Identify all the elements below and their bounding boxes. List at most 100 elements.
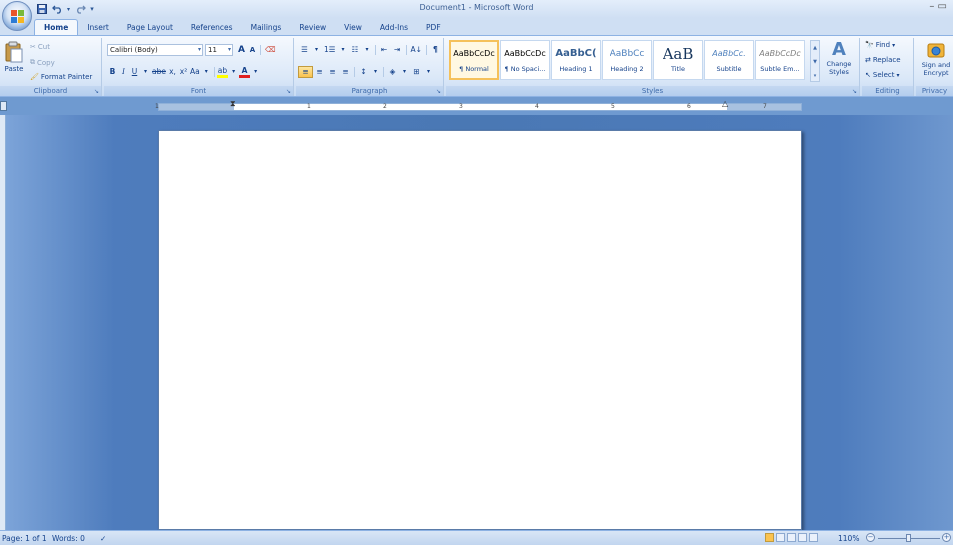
editing-label: Editing xyxy=(862,86,913,96)
subscript-button[interactable]: x, xyxy=(167,66,178,78)
style-preview: AaBbCcDc xyxy=(759,49,801,58)
outline-view-icon[interactable] xyxy=(798,533,807,542)
zoom-out-icon[interactable]: − xyxy=(866,533,875,542)
superscript-button[interactable]: x² xyxy=(178,66,189,78)
style-subtle-emphasis[interactable]: AaBbCcDc Subtle Em... xyxy=(755,40,805,80)
styles-launcher-icon[interactable]: ↘ xyxy=(852,88,857,95)
underline-button[interactable]: U xyxy=(129,66,140,78)
line-spacing-dropdown-icon[interactable]: ▾ xyxy=(370,66,381,78)
sign-encrypt-button[interactable]: Sign and Encrypt xyxy=(919,41,953,77)
font-color-button[interactable]: A xyxy=(239,66,251,78)
gallery-more-icon[interactable]: ▾ xyxy=(811,69,819,83)
bullets-button[interactable]: ☰ xyxy=(298,44,311,56)
right-indent-marker-icon[interactable]: △ xyxy=(722,99,728,108)
italic-button[interactable]: I xyxy=(118,66,129,78)
numbering-icon: 1☰ xyxy=(324,45,336,54)
vertical-ruler[interactable] xyxy=(0,115,6,530)
bold-button[interactable]: B xyxy=(107,66,118,78)
clear-formatting-button[interactable]: ⌫ xyxy=(263,44,278,56)
zoom-level[interactable]: 110% xyxy=(838,534,859,543)
multilevel-dropdown-icon[interactable]: ▾ xyxy=(362,44,373,56)
change-styles-button[interactable]: A Change Styles xyxy=(823,40,855,86)
web-layout-view-icon[interactable] xyxy=(787,533,796,542)
gallery-up-icon[interactable]: ▲ xyxy=(811,41,819,55)
tab-pdf[interactable]: PDF xyxy=(417,20,450,35)
tab-home[interactable]: Home xyxy=(34,19,79,35)
shading-button[interactable]: ◈ xyxy=(386,66,399,78)
grow-font-button[interactable]: A xyxy=(236,44,247,56)
font-name-combo[interactable]: Calibri (Body) ▾ xyxy=(107,44,203,56)
font-color-dropdown-icon[interactable]: ▾ xyxy=(250,66,261,78)
style-title[interactable]: AaB Title xyxy=(653,40,703,80)
multilevel-button[interactable]: ☷ xyxy=(349,44,362,56)
highlight-button[interactable]: ab xyxy=(216,66,229,78)
justify-button[interactable]: ≡ xyxy=(339,66,352,78)
shading-dropdown-icon[interactable]: ▾ xyxy=(399,66,410,78)
print-layout-view-icon[interactable] xyxy=(765,533,774,542)
numbering-dropdown-icon[interactable]: ▾ xyxy=(338,44,349,56)
find-button[interactable]: 🔭 Find ▾ xyxy=(865,41,895,49)
tab-insert[interactable]: Insert xyxy=(78,20,118,35)
increase-indent-button[interactable]: ⇥ xyxy=(391,44,404,56)
zoom-slider-thumb[interactable] xyxy=(906,534,911,542)
line-spacing-button[interactable]: ↕ xyxy=(357,66,370,78)
clipboard-launcher-icon[interactable]: ↘ xyxy=(94,88,99,95)
paragraph-label: Paragraph xyxy=(296,86,443,96)
multilevel-icon: ☷ xyxy=(351,45,359,54)
copy-button[interactable]: ⧉ Copy xyxy=(30,58,55,67)
format-painter-button[interactable]: 🖌 Format Painter xyxy=(30,73,92,81)
paste-button[interactable]: Paste xyxy=(3,41,25,81)
proofing-icon[interactable]: ✓ xyxy=(100,534,106,543)
center-button[interactable]: ≡ xyxy=(313,66,326,78)
document-page[interactable] xyxy=(158,130,802,530)
zoom-in-icon[interactable]: + xyxy=(942,533,951,542)
align-right-icon: ≡ xyxy=(329,67,336,76)
tab-references[interactable]: References xyxy=(182,20,242,35)
replace-button[interactable]: ⇄ Replace xyxy=(865,56,901,64)
borders-button[interactable]: ⊞ xyxy=(410,66,423,78)
style-subtitle[interactable]: AaBbCc. Subtitle xyxy=(704,40,754,80)
full-screen-reading-view-icon[interactable] xyxy=(776,533,785,542)
paragraph-launcher-icon[interactable]: ↘ xyxy=(436,88,441,95)
borders-dropdown-icon[interactable]: ▾ xyxy=(423,66,434,78)
increase-indent-icon: ⇥ xyxy=(393,45,401,54)
show-marks-button[interactable]: ¶ xyxy=(429,44,442,56)
office-button[interactable] xyxy=(2,1,32,31)
cut-button[interactable]: ✂ Cut xyxy=(30,43,50,51)
draft-view-icon[interactable] xyxy=(809,533,818,542)
bullets-dropdown-icon[interactable]: ▾ xyxy=(311,44,322,56)
change-case-dropdown-icon[interactable]: ▾ xyxy=(201,66,212,78)
ruler-toggle-button[interactable] xyxy=(0,101,7,111)
sort-button[interactable]: A↓ xyxy=(409,44,424,56)
find-label: Find xyxy=(875,41,891,49)
change-case-button[interactable]: Aa xyxy=(189,66,201,78)
align-right-button[interactable]: ≡ xyxy=(326,66,339,78)
select-button[interactable]: ↖ Select ▾ xyxy=(865,71,900,79)
align-left-button[interactable]: ≡ xyxy=(298,65,313,78)
strikethrough-button[interactable]: abe xyxy=(151,66,167,78)
style-normal[interactable]: AaBbCcDc ¶ Normal xyxy=(449,40,499,80)
highlight-dropdown-icon[interactable]: ▾ xyxy=(228,66,239,78)
style-heading-2[interactable]: AaBbCc Heading 2 xyxy=(602,40,652,80)
tab-add-ins[interactable]: Add-Ins xyxy=(371,20,417,35)
tab-mailings[interactable]: Mailings xyxy=(242,20,291,35)
tab-review[interactable]: Review xyxy=(290,20,335,35)
underline-dropdown-icon[interactable]: ▾ xyxy=(140,66,151,78)
font-size-combo[interactable]: 11 ▾ xyxy=(205,44,233,56)
left-indent-marker-icon[interactable]: ⧗ xyxy=(230,99,236,109)
word-count[interactable]: Words: 0 xyxy=(52,534,85,543)
tab-view[interactable]: View xyxy=(335,20,371,35)
decrease-indent-button[interactable]: ⇤ xyxy=(378,44,391,56)
style-no-spacing[interactable]: AaBbCcDc ¶ No Spaci... xyxy=(500,40,550,80)
numbering-button[interactable]: 1☰ xyxy=(322,44,338,56)
ruler-number: 5 xyxy=(611,103,615,110)
style-heading-1[interactable]: AaBbC( Heading 1 xyxy=(551,40,601,80)
gallery-down-icon[interactable]: ▼ xyxy=(811,55,819,69)
decrease-indent-icon: ⇤ xyxy=(380,45,388,54)
tab-page-layout[interactable]: Page Layout xyxy=(118,20,182,35)
horizontal-ruler[interactable]: 1 1 2 3 4 5 6 7 xyxy=(155,103,802,111)
font-launcher-icon[interactable]: ↘ xyxy=(286,88,291,95)
shrink-font-button[interactable]: A xyxy=(247,44,258,56)
window-controls[interactable]: – ▭ xyxy=(929,1,947,12)
page-count[interactable]: Page: 1 of 1 xyxy=(2,534,47,543)
